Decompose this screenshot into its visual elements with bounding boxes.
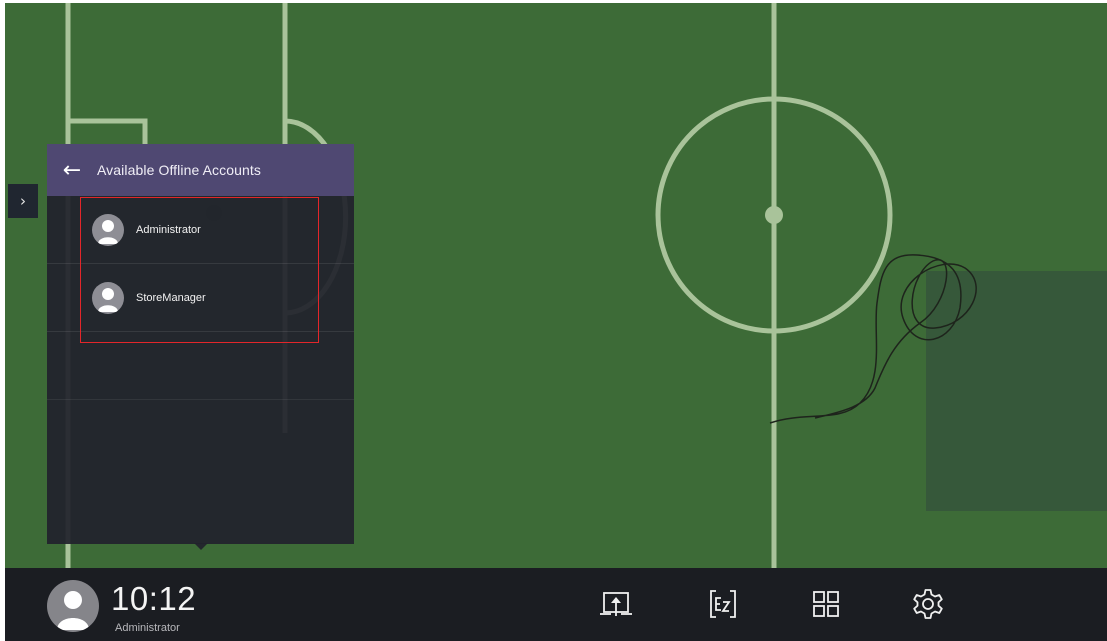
empty-list-row [47,332,354,400]
ez-write-icon [710,590,736,618]
panel-title: Available Offline Accounts [97,162,261,178]
account-name: Administrator [136,223,201,236]
current-user-avatar[interactable] [47,580,99,632]
apps-button[interactable] [808,586,844,622]
back-button[interactable]: ← [47,144,97,196]
taskbar: 10:12 Administrator [5,568,1107,641]
center-spot [765,206,783,224]
account-item-administrator[interactable]: Administrator [47,196,354,264]
user-avatar-icon [57,591,89,630]
panel-pointer [194,543,208,550]
panel-header: ← Available Offline Accounts [47,144,354,196]
ez-write-button[interactable] [705,586,741,622]
offline-accounts-panel: ← Available Offline Accounts Administrat… [47,144,354,544]
screen-share-icon [600,592,632,616]
account-name: StoreManager [136,291,206,304]
settings-button[interactable] [910,586,946,622]
clock-time: 10:12 [111,580,197,617]
user-avatar-icon [92,281,124,314]
back-arrow-icon: ← [62,157,82,183]
chevron-right-icon: › [20,192,26,210]
settings-gear-icon [913,589,943,619]
side-toolbar-toggle[interactable]: › [8,184,38,218]
desktop-screen: › ← Available Offline Accounts Administr… [0,0,1107,641]
user-avatar-icon [92,213,124,246]
shaded-region [926,271,1107,511]
screen-share-button[interactable] [598,586,634,622]
current-user-name: Administrator [115,622,180,634]
apps-grid-icon [813,591,839,617]
account-item-storemanager[interactable]: StoreManager [47,264,354,332]
